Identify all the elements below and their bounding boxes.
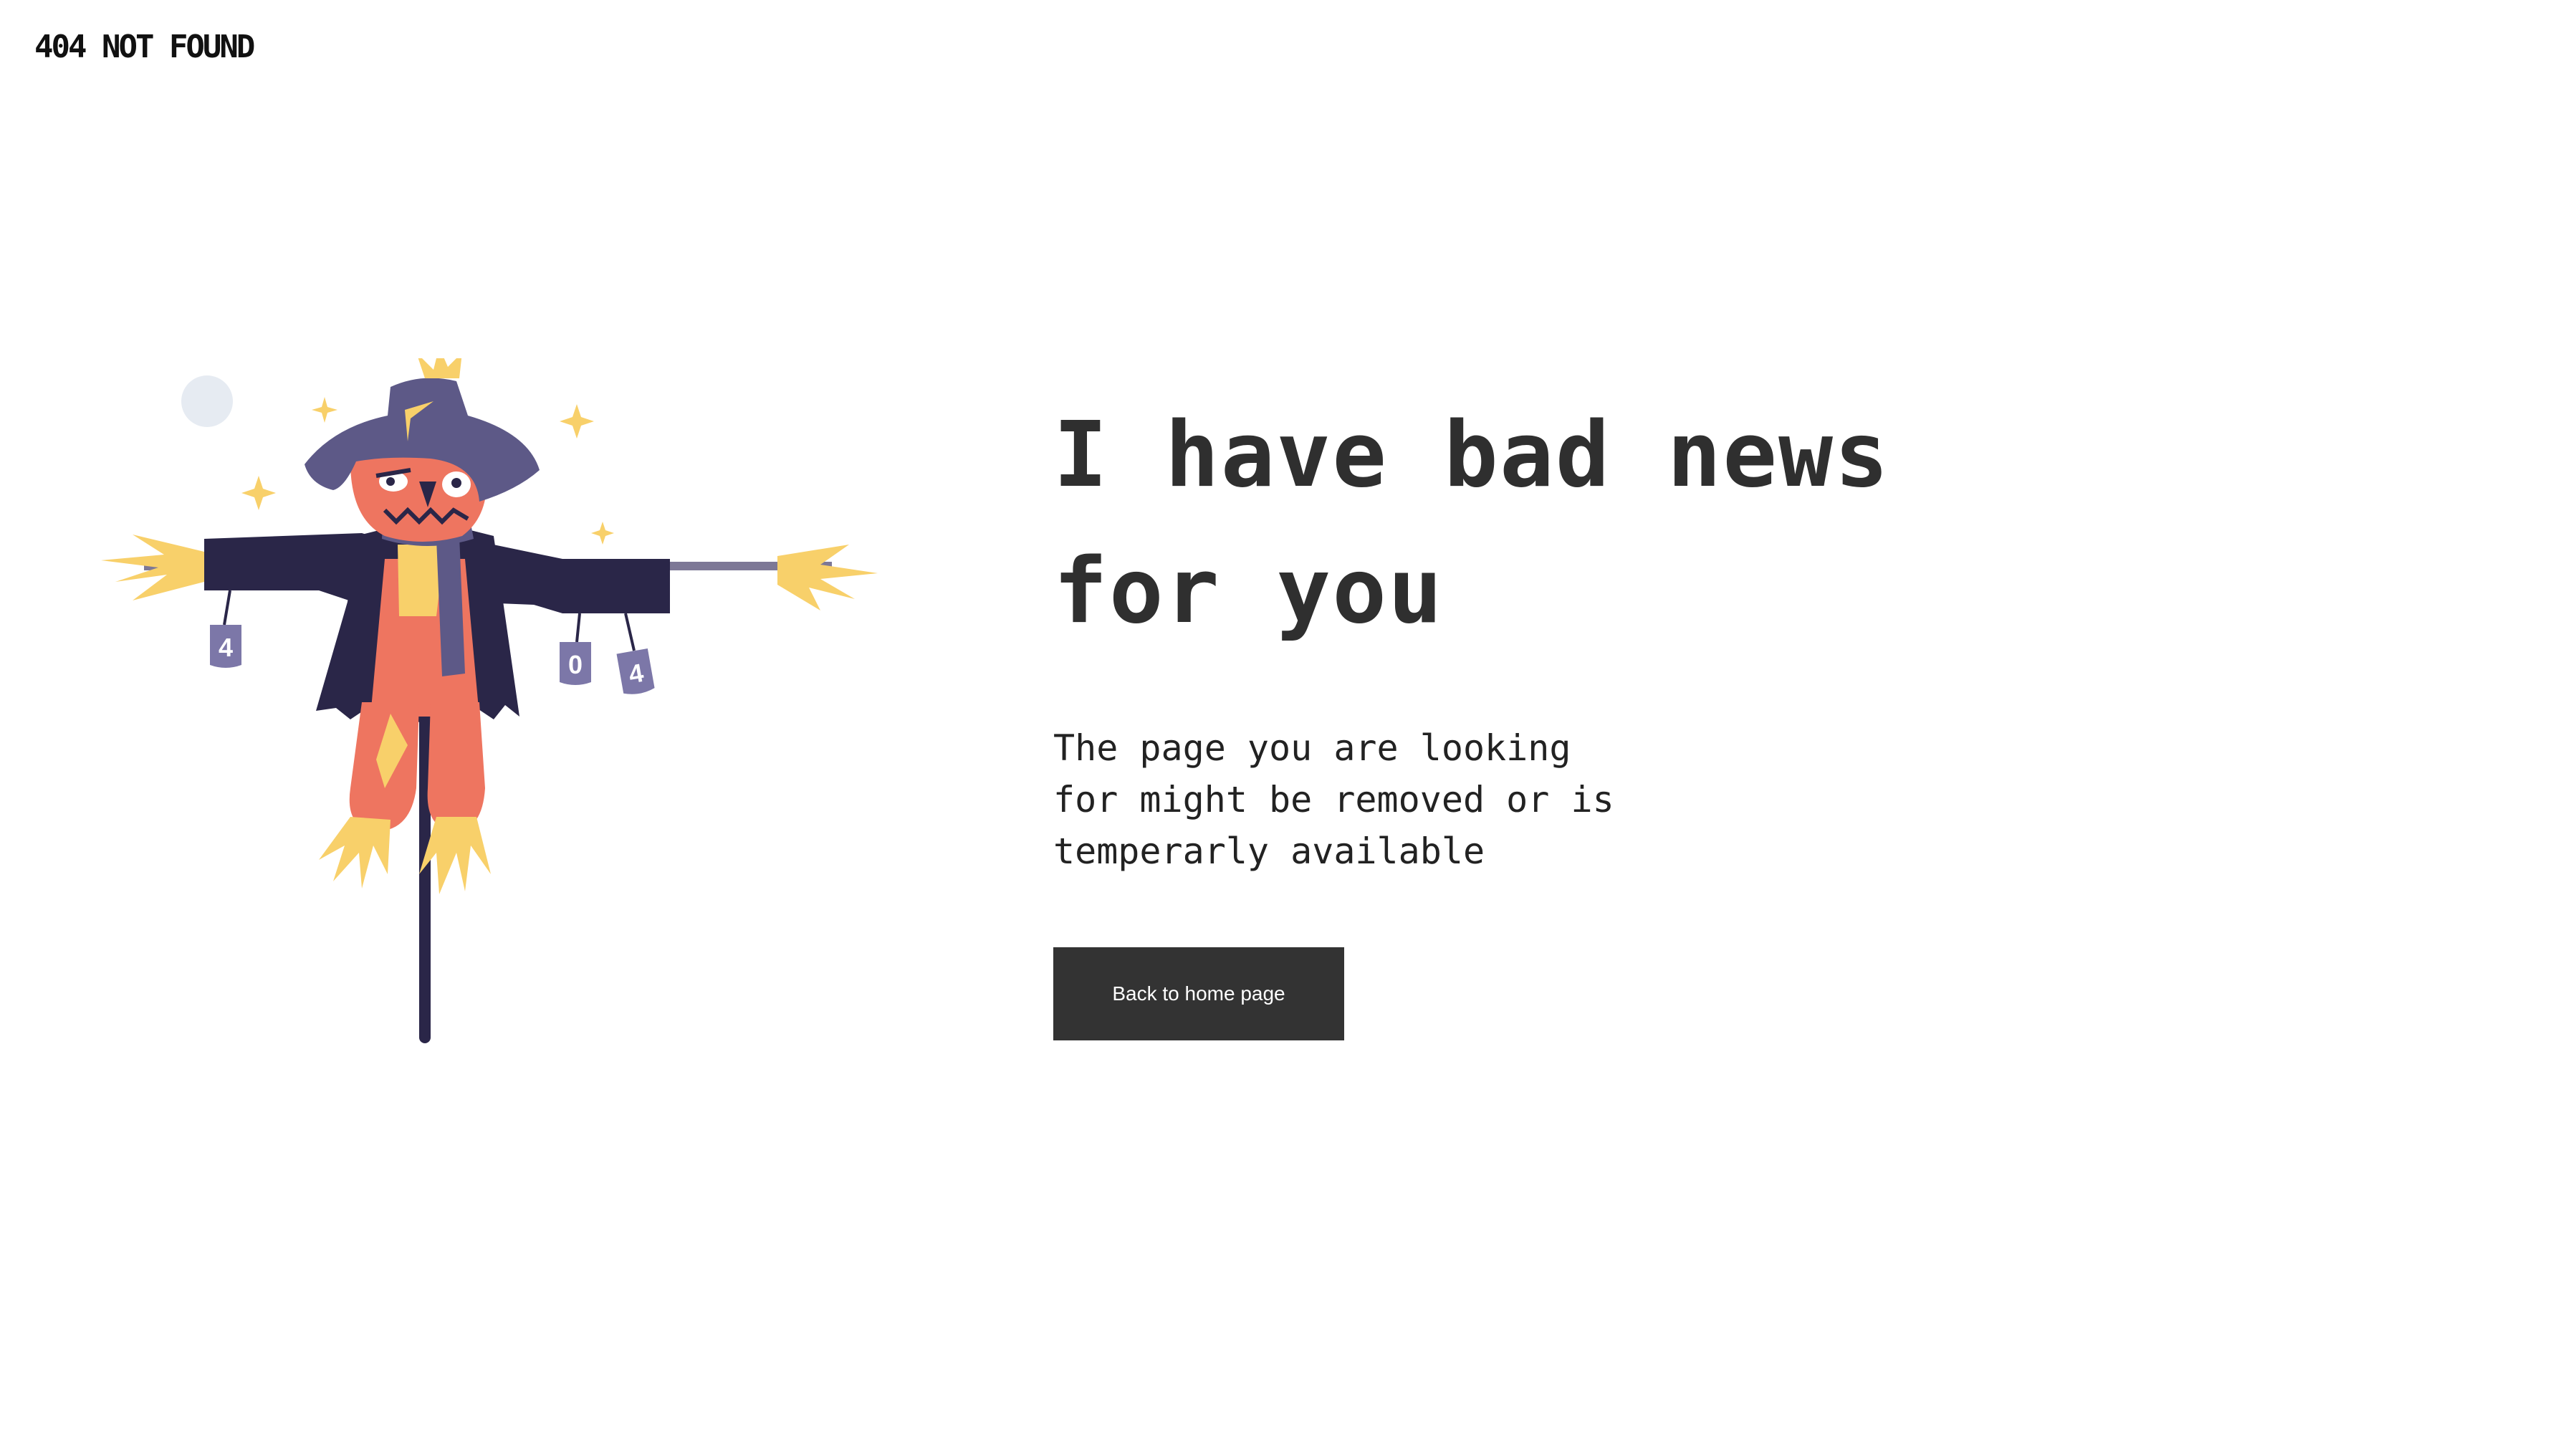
- can-right: 4: [616, 648, 655, 694]
- page-title: I have bad news for you: [1053, 387, 2128, 659]
- back-to-home-button[interactable]: Back to home page: [1053, 947, 1344, 1040]
- scarecrow-illustration: 4 0 4: [101, 358, 878, 1043]
- error-description: The page you are looking for might be re…: [1053, 722, 1655, 877]
- error-description-line-1: The page you are looking: [1053, 727, 1571, 769]
- moon-icon: [181, 375, 233, 427]
- page-title-line-1: I have bad news: [1053, 402, 1890, 507]
- can-left: 4: [210, 625, 241, 668]
- not-found-page: 404 NOT FOUND 4 0 4 I have bad news for …: [0, 0, 2568, 1456]
- site-logo[interactable]: 404 NOT FOUND: [34, 27, 255, 67]
- error-description-line-3: temperarly available: [1053, 830, 1485, 872]
- can-middle: 0: [560, 642, 591, 685]
- page-title-line-2: for you: [1053, 538, 1444, 643]
- can-left-label: 4: [219, 633, 233, 662]
- error-description-line-2: for might be removed or is: [1053, 779, 1614, 820]
- can-middle-label: 0: [568, 650, 583, 679]
- bottom-edge: [0, 1447, 2568, 1456]
- message-section: I have bad news for you The page you are…: [1053, 387, 2128, 877]
